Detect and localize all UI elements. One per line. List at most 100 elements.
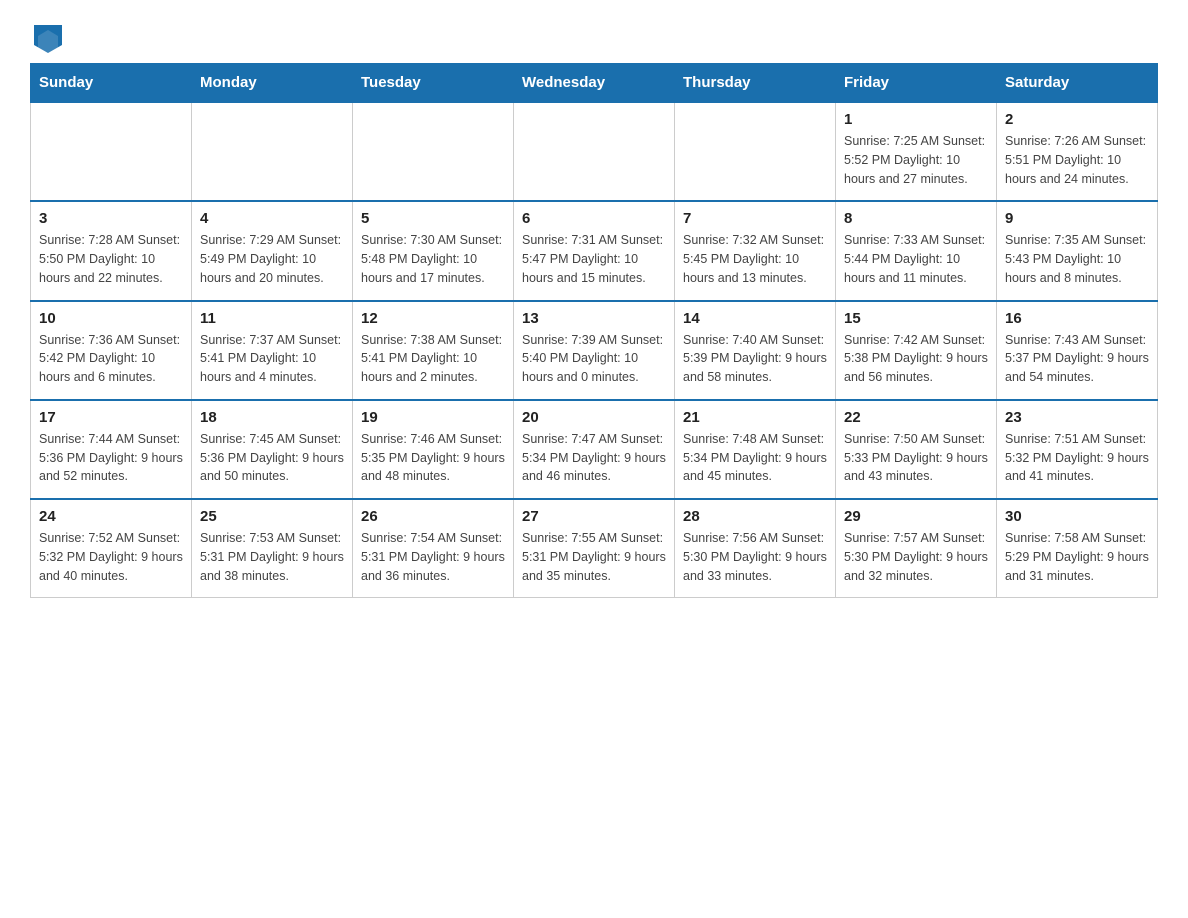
calendar-cell: 24Sunrise: 7:52 AM Sunset: 5:32 PM Dayli… bbox=[31, 499, 192, 598]
logo bbox=[30, 30, 62, 53]
calendar-cell: 9Sunrise: 7:35 AM Sunset: 5:43 PM Daylig… bbox=[997, 201, 1158, 300]
calendar-cell: 2 Sunrise: 7:26 AM Sunset: 5:51 PM Daylig… bbox=[997, 102, 1158, 201]
day-number: 13 bbox=[522, 310, 666, 327]
day-number: 10 bbox=[39, 310, 183, 327]
calendar-cell: 30Sunrise: 7:58 AM Sunset: 5:29 PM Dayli… bbox=[997, 499, 1158, 598]
weekday-header-wednesday: Wednesday bbox=[514, 64, 675, 103]
day-number: 18 bbox=[200, 409, 344, 426]
day-number: 25 bbox=[200, 508, 344, 525]
calendar-cell: 16 Sunrise: 7:43 AM Sunset: 5:37 PM Dayli… bbox=[997, 301, 1158, 400]
day-number: 16 bbox=[1005, 310, 1149, 327]
day-number: 29 bbox=[844, 508, 988, 525]
calendar-week-row: 17 Sunrise: 7:44 AM Sunset: 5:36 PM Dayli… bbox=[31, 400, 1158, 499]
day-number: 1 bbox=[844, 111, 988, 128]
header bbox=[30, 20, 1158, 53]
calendar-cell: 25Sunrise: 7:53 AM Sunset: 5:31 PM Dayli… bbox=[192, 499, 353, 598]
day-info: Sunrise: 7:54 AM Sunset: 5:31 PM Dayligh… bbox=[361, 529, 505, 585]
calendar-week-row: 1 Sunrise: 7:25 AM Sunset: 5:52 PM Daylig… bbox=[31, 102, 1158, 201]
day-number: 5 bbox=[361, 210, 505, 227]
calendar-cell: 4 Sunrise: 7:29 AM Sunset: 5:49 PM Daylig… bbox=[192, 201, 353, 300]
calendar-table: SundayMondayTuesdayWednesdayThursdayFrid… bbox=[30, 63, 1158, 598]
day-info: Sunrise: 7:31 AM Sunset: 5:47 PM Dayligh… bbox=[522, 231, 666, 287]
day-number: 27 bbox=[522, 508, 666, 525]
day-number: 28 bbox=[683, 508, 827, 525]
day-info: Sunrise: 7:44 AM Sunset: 5:36 PM Dayligh… bbox=[39, 430, 183, 486]
weekday-header-monday: Monday bbox=[192, 64, 353, 103]
day-info: Sunrise: 7:33 AM Sunset: 5:44 PM Dayligh… bbox=[844, 231, 988, 287]
day-info: Sunrise: 7:43 AM Sunset: 5:37 PM Dayligh… bbox=[1005, 331, 1149, 387]
calendar-cell: 27 Sunrise: 7:55 AM Sunset: 5:31 PM Dayli… bbox=[514, 499, 675, 598]
calendar-cell: 21 Sunrise: 7:48 AM Sunset: 5:34 PM Dayli… bbox=[675, 400, 836, 499]
day-info: Sunrise: 7:29 AM Sunset: 5:49 PM Dayligh… bbox=[200, 231, 344, 287]
calendar-cell bbox=[31, 102, 192, 201]
day-info: Sunrise: 7:30 AM Sunset: 5:48 PM Dayligh… bbox=[361, 231, 505, 287]
day-number: 3 bbox=[39, 210, 183, 227]
day-info: Sunrise: 7:50 AM Sunset: 5:33 PM Dayligh… bbox=[844, 430, 988, 486]
calendar-cell: 23 Sunrise: 7:51 AM Sunset: 5:32 PM Dayli… bbox=[997, 400, 1158, 499]
day-number: 14 bbox=[683, 310, 827, 327]
weekday-header-saturday: Saturday bbox=[997, 64, 1158, 103]
day-number: 2 bbox=[1005, 111, 1149, 128]
calendar-cell: 19 Sunrise: 7:46 AM Sunset: 5:35 PM Dayli… bbox=[353, 400, 514, 499]
weekday-header-sunday: Sunday bbox=[31, 64, 192, 103]
day-number: 8 bbox=[844, 210, 988, 227]
weekday-header-row: SundayMondayTuesdayWednesdayThursdayFrid… bbox=[31, 64, 1158, 103]
day-number: 20 bbox=[522, 409, 666, 426]
calendar-cell: 26 Sunrise: 7:54 AM Sunset: 5:31 PM Dayli… bbox=[353, 499, 514, 598]
calendar-week-row: 24Sunrise: 7:52 AM Sunset: 5:32 PM Dayli… bbox=[31, 499, 1158, 598]
weekday-header-friday: Friday bbox=[836, 64, 997, 103]
calendar-cell: 28 Sunrise: 7:56 AM Sunset: 5:30 PM Dayli… bbox=[675, 499, 836, 598]
calendar-cell: 7 Sunrise: 7:32 AM Sunset: 5:45 PM Daylig… bbox=[675, 201, 836, 300]
calendar-week-row: 10 Sunrise: 7:36 AM Sunset: 5:42 PM Dayli… bbox=[31, 301, 1158, 400]
calendar-cell: 5 Sunrise: 7:30 AM Sunset: 5:48 PM Daylig… bbox=[353, 201, 514, 300]
day-info: Sunrise: 7:42 AM Sunset: 5:38 PM Dayligh… bbox=[844, 331, 988, 387]
day-number: 9 bbox=[1005, 210, 1149, 227]
calendar-cell: 8 Sunrise: 7:33 AM Sunset: 5:44 PM Daylig… bbox=[836, 201, 997, 300]
day-number: 30 bbox=[1005, 508, 1149, 525]
day-info: Sunrise: 7:52 AM Sunset: 5:32 PM Dayligh… bbox=[39, 529, 183, 585]
logo-icon bbox=[34, 25, 62, 53]
day-info: Sunrise: 7:36 AM Sunset: 5:42 PM Dayligh… bbox=[39, 331, 183, 387]
day-number: 11 bbox=[200, 310, 344, 327]
day-number: 6 bbox=[522, 210, 666, 227]
day-info: Sunrise: 7:56 AM Sunset: 5:30 PM Dayligh… bbox=[683, 529, 827, 585]
calendar-cell: 14 Sunrise: 7:40 AM Sunset: 5:39 PM Dayli… bbox=[675, 301, 836, 400]
weekday-header-thursday: Thursday bbox=[675, 64, 836, 103]
calendar-cell: 17 Sunrise: 7:44 AM Sunset: 5:36 PM Dayli… bbox=[31, 400, 192, 499]
calendar-cell: 29Sunrise: 7:57 AM Sunset: 5:30 PM Dayli… bbox=[836, 499, 997, 598]
day-number: 15 bbox=[844, 310, 988, 327]
day-info: Sunrise: 7:26 AM Sunset: 5:51 PM Dayligh… bbox=[1005, 132, 1149, 188]
day-info: Sunrise: 7:32 AM Sunset: 5:45 PM Dayligh… bbox=[683, 231, 827, 287]
calendar-cell bbox=[192, 102, 353, 201]
day-number: 17 bbox=[39, 409, 183, 426]
calendar-cell: 13Sunrise: 7:39 AM Sunset: 5:40 PM Dayli… bbox=[514, 301, 675, 400]
weekday-header-tuesday: Tuesday bbox=[353, 64, 514, 103]
calendar-cell: 11Sunrise: 7:37 AM Sunset: 5:41 PM Dayli… bbox=[192, 301, 353, 400]
day-info: Sunrise: 7:25 AM Sunset: 5:52 PM Dayligh… bbox=[844, 132, 988, 188]
day-number: 21 bbox=[683, 409, 827, 426]
calendar-cell bbox=[353, 102, 514, 201]
calendar-cell: 15 Sunrise: 7:42 AM Sunset: 5:38 PM Dayli… bbox=[836, 301, 997, 400]
day-number: 19 bbox=[361, 409, 505, 426]
day-info: Sunrise: 7:46 AM Sunset: 5:35 PM Dayligh… bbox=[361, 430, 505, 486]
calendar-cell: 1 Sunrise: 7:25 AM Sunset: 5:52 PM Daylig… bbox=[836, 102, 997, 201]
calendar-cell: 10 Sunrise: 7:36 AM Sunset: 5:42 PM Dayli… bbox=[31, 301, 192, 400]
day-info: Sunrise: 7:40 AM Sunset: 5:39 PM Dayligh… bbox=[683, 331, 827, 387]
day-number: 23 bbox=[1005, 409, 1149, 426]
day-number: 26 bbox=[361, 508, 505, 525]
calendar-cell: 22 Sunrise: 7:50 AM Sunset: 5:33 PM Dayli… bbox=[836, 400, 997, 499]
calendar-cell bbox=[675, 102, 836, 201]
day-number: 4 bbox=[200, 210, 344, 227]
day-info: Sunrise: 7:55 AM Sunset: 5:31 PM Dayligh… bbox=[522, 529, 666, 585]
day-info: Sunrise: 7:48 AM Sunset: 5:34 PM Dayligh… bbox=[683, 430, 827, 486]
calendar-cell: 3 Sunrise: 7:28 AM Sunset: 5:50 PM Daylig… bbox=[31, 201, 192, 300]
day-number: 12 bbox=[361, 310, 505, 327]
calendar-cell: 20Sunrise: 7:47 AM Sunset: 5:34 PM Dayli… bbox=[514, 400, 675, 499]
day-number: 7 bbox=[683, 210, 827, 227]
day-info: Sunrise: 7:28 AM Sunset: 5:50 PM Dayligh… bbox=[39, 231, 183, 287]
calendar-cell: 12Sunrise: 7:38 AM Sunset: 5:41 PM Dayli… bbox=[353, 301, 514, 400]
day-info: Sunrise: 7:51 AM Sunset: 5:32 PM Dayligh… bbox=[1005, 430, 1149, 486]
calendar-cell: 18 Sunrise: 7:45 AM Sunset: 5:36 PM Dayli… bbox=[192, 400, 353, 499]
day-info: Sunrise: 7:45 AM Sunset: 5:36 PM Dayligh… bbox=[200, 430, 344, 486]
day-number: 22 bbox=[844, 409, 988, 426]
